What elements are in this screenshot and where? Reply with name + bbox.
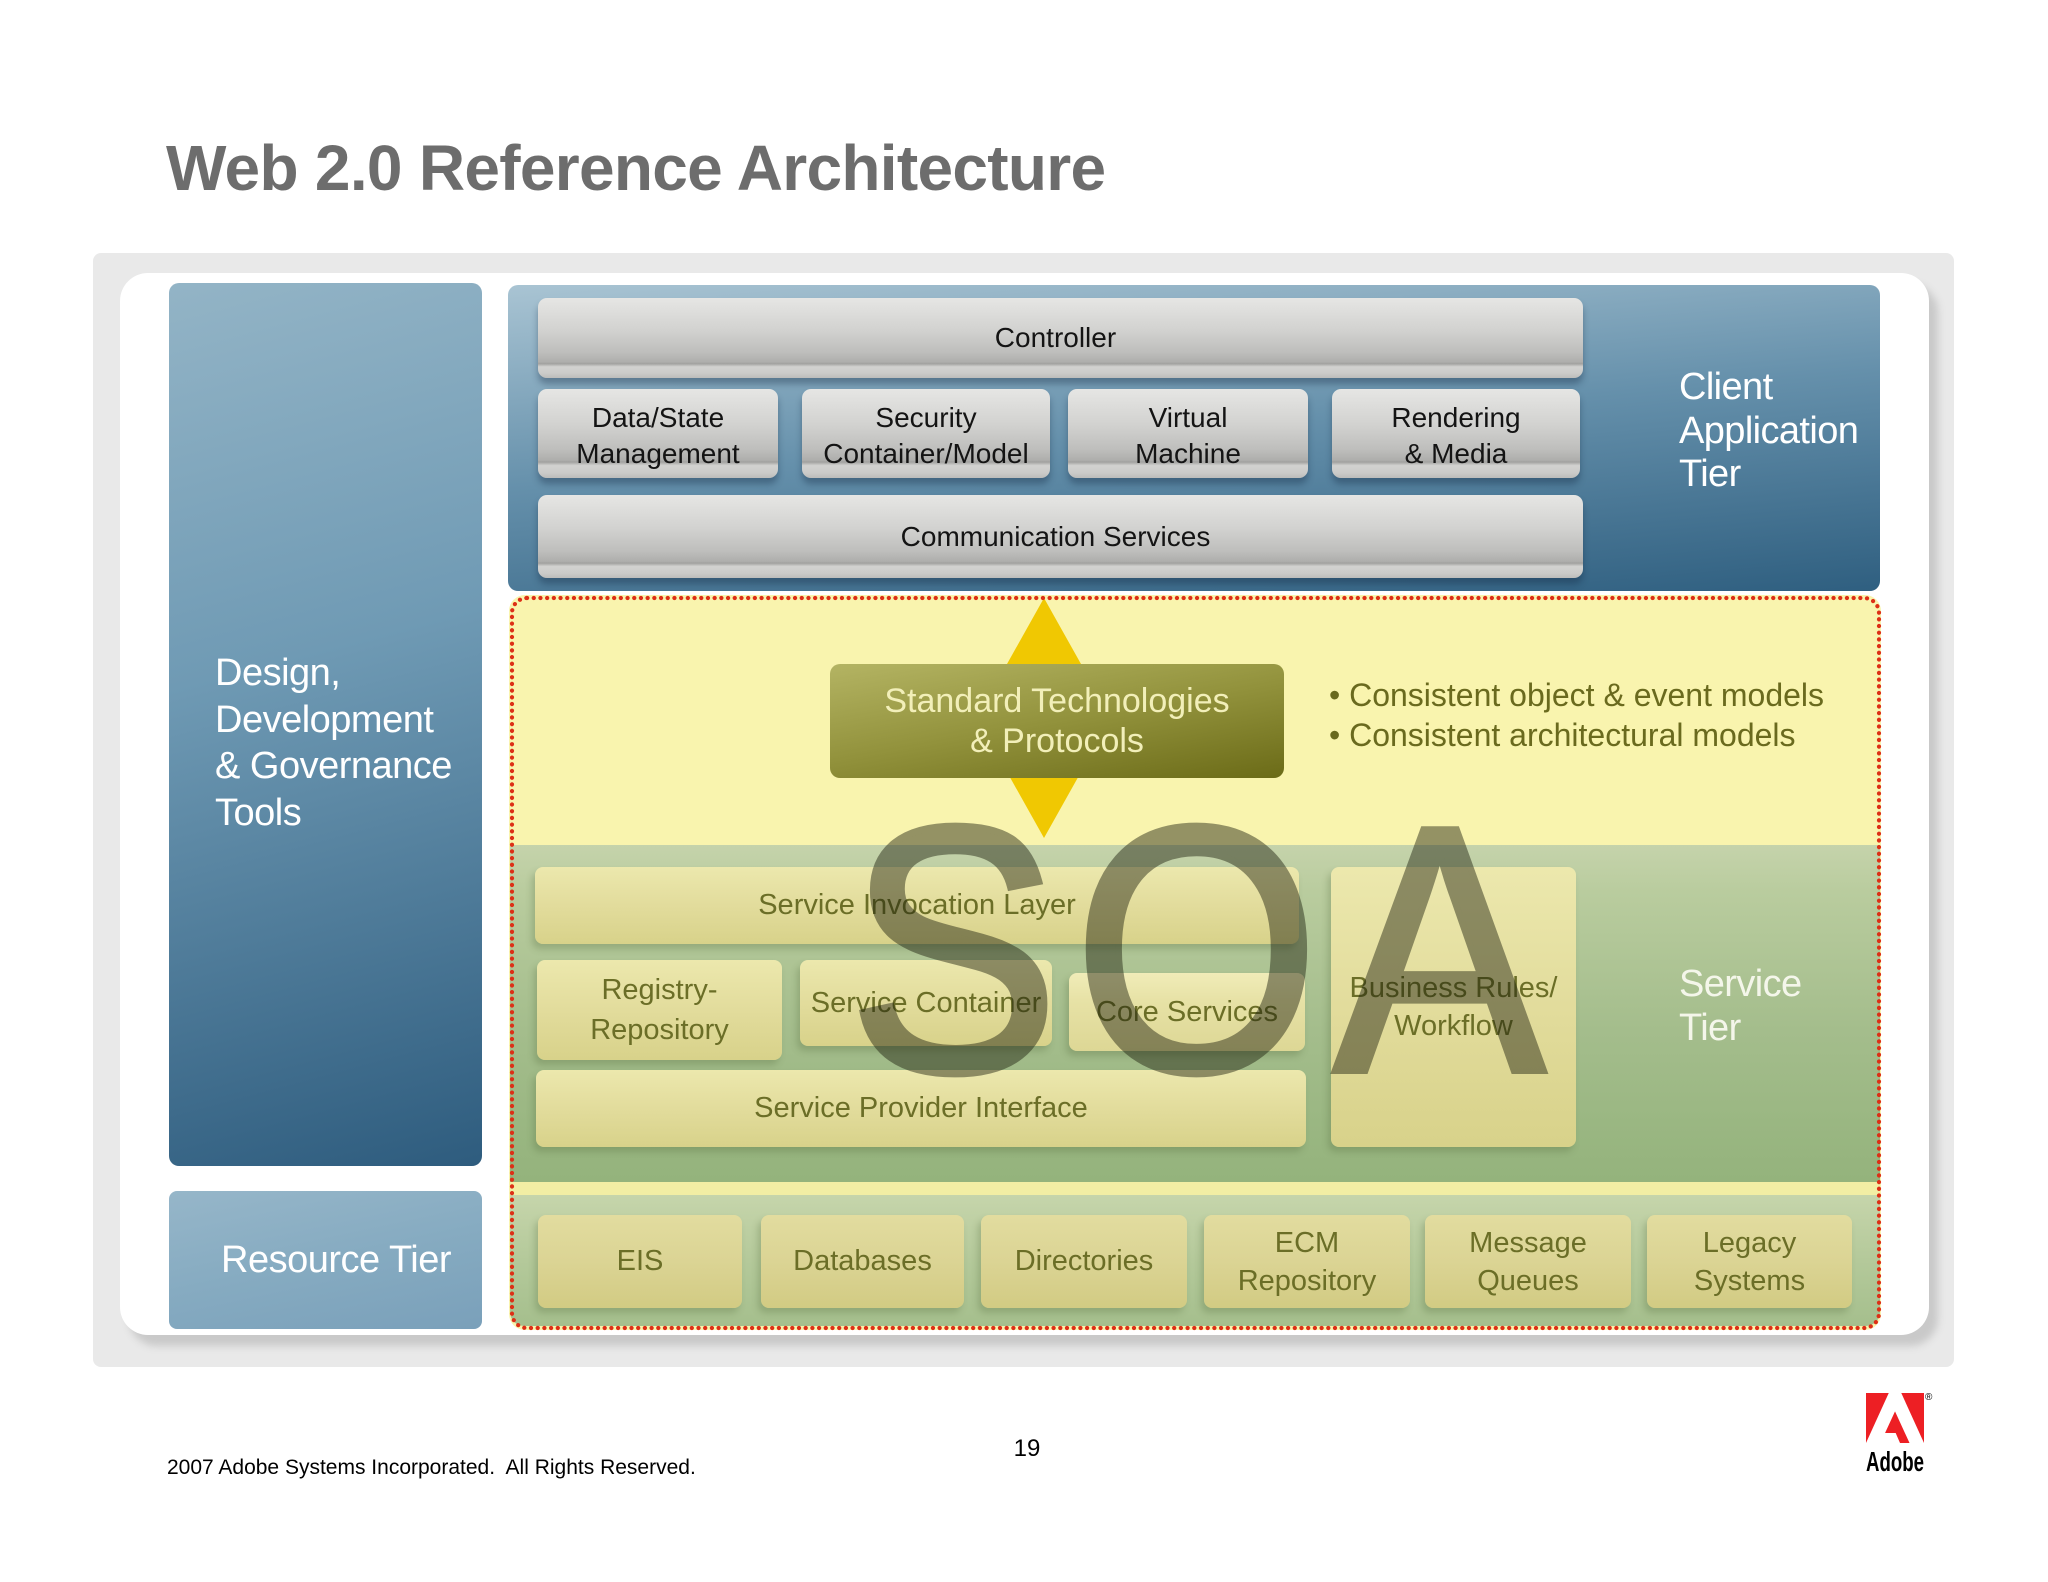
svg-text:Adobe: Adobe [1866,1446,1924,1477]
